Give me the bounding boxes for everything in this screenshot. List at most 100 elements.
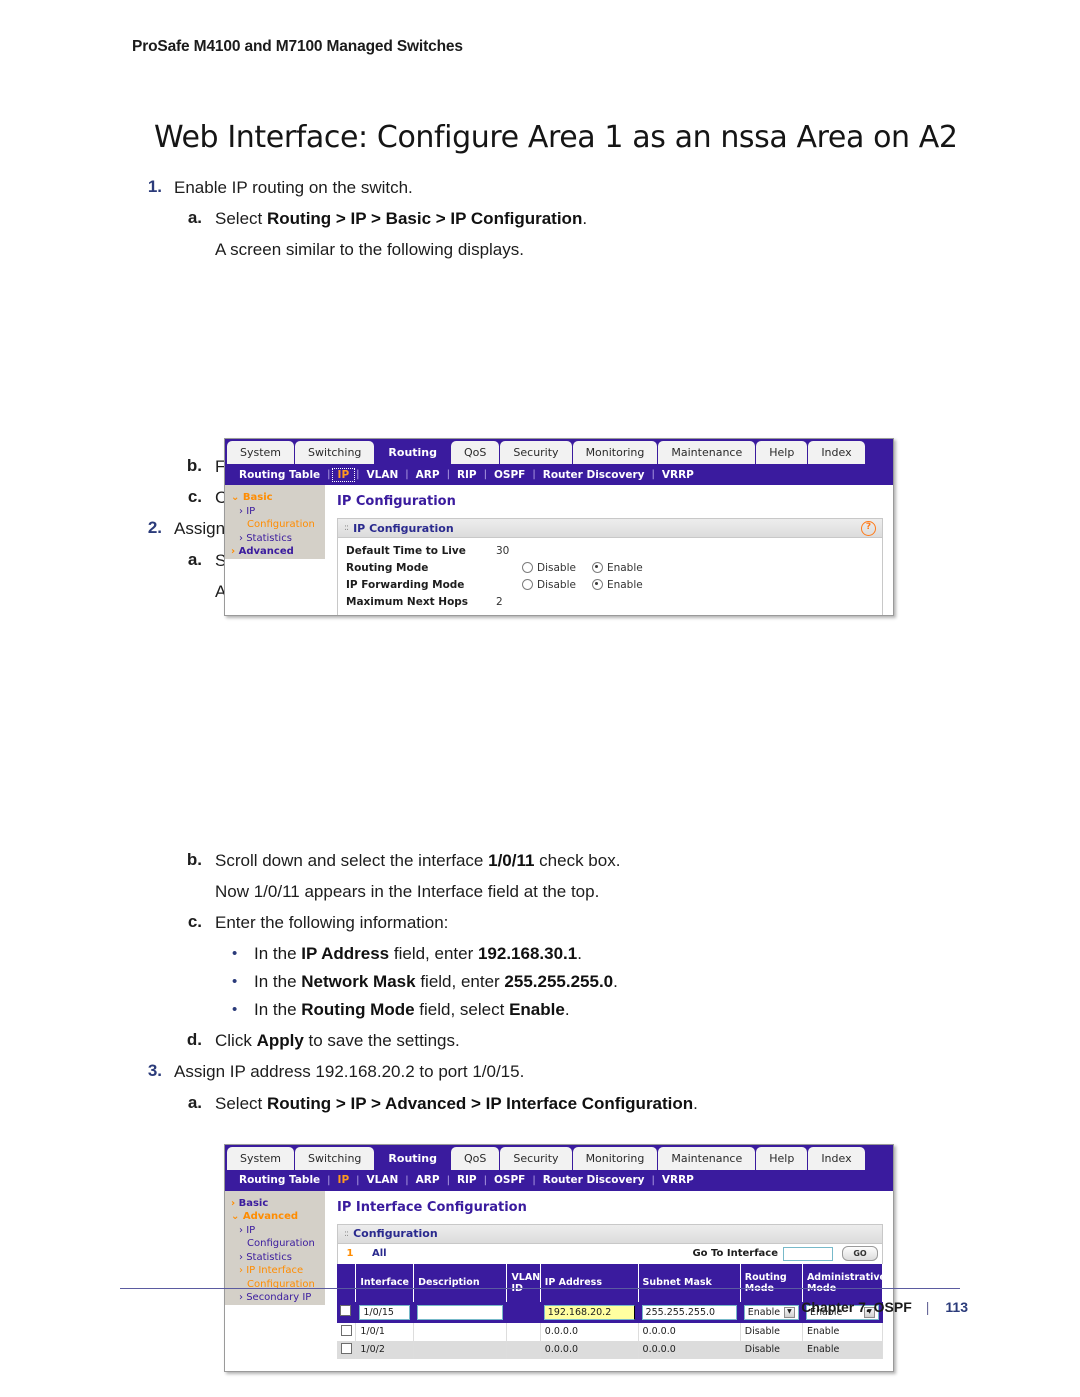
ip-address-input[interactable]: 192.168.20.2 [543,1304,635,1320]
col-subnet-mask[interactable]: Subnet Mask [638,1263,741,1302]
table-header-row: Interface Description VLAN ID IP Address… [337,1263,886,1302]
subnav-router-discovery[interactable]: Router Discovery [537,1173,651,1187]
tab-maintenance[interactable]: Maintenance [658,441,756,465]
subnav-vrrp[interactable]: VRRP [656,468,700,482]
col-select-all[interactable] [337,1263,357,1302]
cell-routing-mode: Disable [740,1322,803,1341]
step-3a-path: Routing > IP > Advanced > IP Interface C… [266,1093,694,1113]
subnav-ospf[interactable]: OSPF [488,468,531,482]
radio-ip-forwarding-enable[interactable]: Enable [591,579,643,591]
field-label: Maximum Next Hops [346,595,469,608]
tab-qos[interactable]: QoS [451,441,500,465]
bullet-mid: field, enter [389,944,478,964]
sidebar-item-basic[interactable]: ⌄ Basic [229,491,325,505]
table-row[interactable]: 1/0/1 0.0.0.0 0.0.0.0 Disable Enable [337,1322,884,1341]
tab-index[interactable]: Index [808,441,865,465]
col-vlan-id[interactable]: VLAN ID [506,1263,541,1302]
tab-index[interactable]: Index [808,1146,865,1170]
tab-monitoring[interactable]: Monitoring [572,1146,658,1170]
panel-header: :: IP Configuration ? [338,519,882,539]
radio-routing-mode-enable[interactable]: Enable [591,562,643,574]
tab-maintenance[interactable]: Maintenance [658,1146,756,1170]
tab-security[interactable]: Security [500,1146,572,1170]
checkbox-icon[interactable] [341,1324,352,1336]
tab-system[interactable]: System [227,1146,295,1170]
subnet-mask-input[interactable]: 255.255.255.0 [641,1304,737,1320]
caret-right-icon: › [239,1224,243,1236]
sidebar-item-secondary-ip[interactable]: › Secondary IP [229,1291,325,1305]
sidebar-item-ip-interface-configuration[interactable]: Configuration [229,1278,325,1292]
step-1a-text: Select Routing > IP > Basic > IP Configu… [215,208,972,230]
subnav-rip[interactable]: RIP [451,1173,483,1187]
field-row-max-next-hops: Maximum Next Hops 2 [338,593,882,610]
tab-routing[interactable]: Routing [375,1146,451,1170]
bullet-network-mask: • In the Network Mask field, enter 255.2… [232,971,972,993]
subnav-router-discovery[interactable]: Router Discovery [537,468,651,482]
tab-switching[interactable]: Switching [295,1146,375,1170]
bullet-pre: In the [254,944,302,964]
tab-routing[interactable]: Routing [375,441,451,465]
subnav-rip[interactable]: RIP [451,468,483,482]
sidebar-item-statistics[interactable]: › Statistics [229,532,325,546]
all-filter-link[interactable]: All [372,1248,387,1259]
col-description[interactable]: Description [413,1263,508,1302]
checkbox-icon[interactable] [340,1305,351,1317]
step-2b-pre: Scroll down and select the interface [215,850,489,870]
sidebar-item-advanced[interactable]: › Advanced [229,545,325,559]
tab-qos[interactable]: QoS [451,1146,500,1170]
sidebar-item-basic[interactable]: › Basic [229,1197,325,1211]
go-button[interactable]: GO [842,1246,878,1262]
routing-mode-select[interactable]: Enable ▼ [743,1304,799,1320]
cell-description[interactable] [413,1301,508,1323]
sidebar-item-ip-configuration[interactable]: Configuration [229,1237,325,1251]
subnav-arp[interactable]: ARP [410,468,446,482]
row-checkbox-cell[interactable] [337,1322,357,1341]
cell-interface[interactable]: 1/0/15 [355,1301,415,1323]
table-row[interactable]: 1/0/2 0.0.0.0 0.0.0.0 Disable Enable [337,1340,884,1359]
radio-ip-forwarding-disable[interactable]: Disable [522,579,576,591]
col-routing-mode[interactable]: Routing Mode [740,1263,803,1302]
radio-group-ip-forwarding-mode: Disable Enable [522,579,643,591]
tab-security[interactable]: Security [500,441,572,465]
subnav-vlan[interactable]: VLAN [361,1173,405,1187]
row-checkbox-cell[interactable] [337,1340,357,1359]
step-2c-marker: c. [187,911,202,931]
bullet-field-name: IP Address [301,944,390,964]
description-input[interactable] [417,1304,504,1320]
subnav-routing-table[interactable]: Routing Table [233,468,326,482]
tab-system[interactable]: System [227,441,295,465]
tab-help[interactable]: Help [756,441,808,465]
chevron-down-icon[interactable]: ▼ [783,1306,795,1318]
radio-routing-mode-disable[interactable]: Disable [522,562,576,574]
help-icon[interactable]: ? [861,521,876,537]
sidebar-item-ip[interactable]: › IP [229,505,325,519]
subnav-routing-table[interactable]: Routing Table [233,1173,326,1187]
cell-interface: 1/0/2 [355,1340,415,1359]
subnav-ip[interactable]: IP [331,467,356,482]
checkbox-icon[interactable] [341,1342,352,1354]
subnav-vlan[interactable]: VLAN [361,468,405,482]
sidebar-item-configuration[interactable]: Configuration [229,518,325,532]
tab-switching[interactable]: Switching [295,441,375,465]
subnav-ospf[interactable]: OSPF [488,1173,531,1187]
cell-ip-address[interactable]: 192.168.20.2 [540,1301,639,1323]
screenshot-2-slot: System Switching Routing QoS Security Mo… [132,612,972,1372]
cell-routing-mode[interactable]: Enable ▼ [740,1301,803,1323]
col-ip-address[interactable]: IP Address [540,1263,639,1302]
sidebar-item-statistics[interactable]: › Statistics [229,1251,325,1265]
tab-help[interactable]: Help [756,1146,808,1170]
cell-subnet-mask[interactable]: 255.255.255.0 [638,1301,741,1323]
sidebar-item-advanced[interactable]: ⌄ Advanced [229,1210,325,1224]
goto-interface-input[interactable] [783,1246,833,1261]
col-administrative-mode[interactable]: Administrative Mode [802,1263,886,1302]
subnav-ip[interactable]: IP [332,1173,356,1187]
col-interface[interactable]: Interface [355,1263,415,1302]
sidebar-item-ip-interface[interactable]: › IP Interface [229,1264,325,1278]
interface-input[interactable]: 1/0/15 [359,1304,411,1320]
subnav-vrrp[interactable]: VRRP [656,1173,700,1187]
running-header: ProSafe M4100 and M7100 Managed Switches [132,38,463,55]
tab-monitoring[interactable]: Monitoring [572,441,658,465]
sidebar-item-ip[interactable]: › IP [229,1224,325,1238]
subnav-arp[interactable]: ARP [410,1173,446,1187]
row-checkbox-cell[interactable] [337,1301,357,1323]
